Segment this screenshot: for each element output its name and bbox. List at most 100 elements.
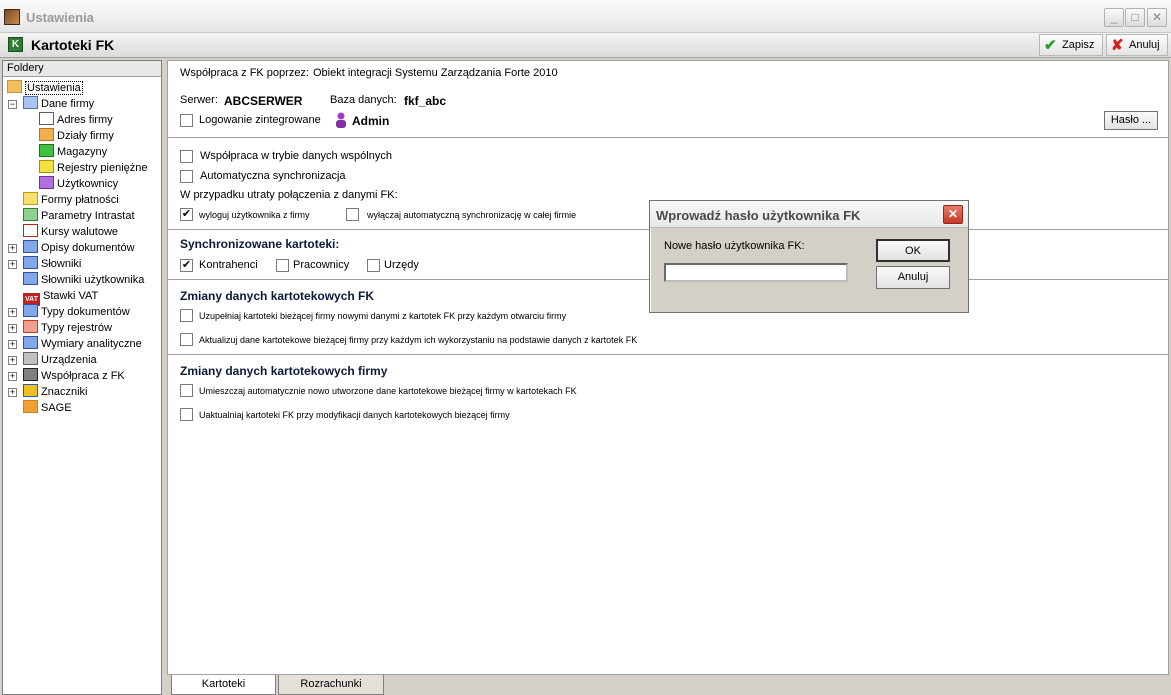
- folder-item-9[interactable]: Parametry Intrastat: [23, 208, 135, 224]
- users-icon: [39, 176, 54, 189]
- folder-item-16[interactable]: + Typy rejestrów: [8, 320, 112, 336]
- logout-user-label: wyloguj użytkownika z firmy: [199, 210, 310, 220]
- new-password-input[interactable]: [664, 263, 848, 282]
- shared-mode-label: Współpraca w trybie danych wspólnych: [200, 150, 392, 162]
- app-icon: [4, 9, 20, 25]
- firm-changes-heading: Zmiany danych kartotekowych firmy: [180, 364, 388, 378]
- folder-item-label: Typy rejestrów: [41, 322, 112, 334]
- folder-item-19[interactable]: + Współpraca z FK: [8, 368, 125, 384]
- folder-item-10[interactable]: Kursy walutowe: [23, 224, 118, 240]
- folder-item-label: Współpraca z FK: [41, 370, 125, 382]
- save-button-label: Zapisz: [1062, 39, 1095, 51]
- separator: [168, 137, 1168, 139]
- expand-icon[interactable]: +: [8, 356, 17, 365]
- folder-item-6[interactable]: Rejestry pieniężne: [39, 160, 148, 176]
- folder-item-label: Znaczniki: [41, 386, 88, 398]
- tab-rozrachunki[interactable]: Rozrachunki: [278, 675, 384, 695]
- disable-sync-label: wyłączaj automatyczną synchronizację w c…: [367, 210, 577, 220]
- settings-panel: Współpraca z FK poprzez: Obiekt integrac…: [167, 60, 1169, 675]
- chart-icon: [23, 224, 38, 237]
- folder-item-label: Typy dokumentów: [41, 306, 130, 318]
- folder-item-label: Słowniki użytkownika: [41, 274, 145, 286]
- folder-item-21[interactable]: SAGE: [23, 400, 72, 416]
- folder-item-17[interactable]: + Wymiary analityczne: [8, 336, 142, 352]
- folder-item-18[interactable]: + Urządzenia: [8, 352, 97, 368]
- cooperation-label: Współpraca z FK poprzez:: [180, 67, 309, 79]
- dialog-close-button[interactable]: ✕: [943, 205, 963, 224]
- auto-sync-checkbox[interactable]: [180, 170, 193, 183]
- sync-employees-checkbox[interactable]: [276, 259, 289, 272]
- fk-change-1-checkbox[interactable]: [180, 309, 193, 322]
- folder-item-1[interactable]: Ustawienia: [7, 80, 83, 96]
- expand-icon[interactable]: +: [8, 388, 17, 397]
- folder-item-label: Opisy dokumentów: [41, 242, 135, 254]
- folder-item-7[interactable]: Użytkownicy: [39, 176, 118, 192]
- coins-icon: [39, 160, 54, 173]
- warehouse-icon: [39, 144, 54, 157]
- window-title: Ustawienia: [26, 10, 94, 25]
- folder-item-label: Urządzenia: [41, 354, 97, 366]
- folder-item-12[interactable]: + Słowniki: [8, 256, 82, 272]
- departments-icon: [39, 128, 54, 141]
- logout-user-checkbox[interactable]: ✔: [180, 208, 193, 221]
- folder-item-20[interactable]: + Znaczniki: [8, 384, 88, 400]
- folder-tree: Foldery Ustawienia − Dane firmy Adres firmy…: [2, 60, 162, 695]
- folder-item-15[interactable]: + Typy dokumentów: [8, 304, 130, 320]
- tab-kartoteki[interactable]: Kartoteki: [171, 675, 276, 695]
- expand-icon[interactable]: +: [8, 244, 17, 253]
- new-password-label: Nowe hasło użytkownika FK:: [664, 240, 805, 252]
- document-icon: [23, 240, 38, 253]
- user-icon: [335, 112, 347, 128]
- database-label: Baza danych:: [330, 94, 397, 106]
- folder-item-label: Rejestry pieniężne: [57, 162, 148, 174]
- dictionary-icon: [23, 272, 38, 285]
- folders-header: Foldery: [3, 61, 161, 77]
- close-window-button[interactable]: ✕: [1147, 8, 1167, 27]
- cooperation-value: Obiekt integracji Systemu Zarządzania Fo…: [313, 67, 558, 79]
- folder-item-14[interactable]: VAT Stawki VAT: [23, 288, 98, 306]
- expand-icon[interactable]: +: [8, 372, 17, 381]
- integrated-login-checkbox[interactable]: [180, 114, 193, 127]
- fk-change-2-checkbox[interactable]: [180, 333, 193, 346]
- folder-item-5[interactable]: Magazyny: [39, 144, 107, 160]
- password-button[interactable]: Hasło ...: [1104, 111, 1158, 130]
- firm-change-1-label: Umieszczaj automatycznie nowo utworzone …: [199, 386, 577, 396]
- window-title-bar: Ustawienia _ □ ✕: [0, 0, 1171, 33]
- expand-icon[interactable]: +: [8, 260, 17, 269]
- save-button[interactable]: ✔ Zapisz: [1039, 34, 1103, 56]
- tags-icon: [23, 384, 38, 397]
- folder-item-4[interactable]: Działy firmy: [39, 128, 114, 144]
- sync-contractors-checkbox[interactable]: ✔: [180, 259, 193, 272]
- folder-item-label: Działy firmy: [57, 130, 114, 142]
- expand-icon[interactable]: −: [8, 100, 17, 109]
- expand-icon[interactable]: +: [8, 324, 17, 333]
- shared-mode-checkbox[interactable]: [180, 150, 193, 163]
- folder-item-label: Adres firmy: [57, 114, 113, 126]
- firm-change-2-checkbox[interactable]: [180, 408, 193, 421]
- minimize-button[interactable]: _: [1104, 8, 1124, 27]
- firm-change-1-checkbox[interactable]: [180, 384, 193, 397]
- company-icon: [23, 96, 38, 109]
- folder-item-3[interactable]: Adres firmy: [39, 112, 113, 128]
- intrastat-icon: [23, 208, 38, 221]
- maximize-button[interactable]: □: [1125, 8, 1145, 27]
- expand-icon[interactable]: +: [8, 308, 17, 317]
- auto-sync-label: Automatyczna synchronizacja: [200, 170, 346, 182]
- dictionary-icon: [23, 256, 38, 269]
- expand-icon[interactable]: +: [8, 340, 17, 349]
- folder-item-label: SAGE: [41, 402, 72, 414]
- ok-button[interactable]: OK: [876, 239, 950, 262]
- folder-item-13[interactable]: Słowniki użytkownika: [23, 272, 144, 288]
- dialog-cancel-button[interactable]: Anuluj: [876, 266, 950, 289]
- folder-item-11[interactable]: + Opisy dokumentów: [8, 240, 135, 256]
- folder-item-label: Kursy walutowe: [41, 226, 119, 238]
- cancel-button-label: Anuluj: [1129, 39, 1160, 51]
- folder-item-label: Słowniki: [41, 258, 82, 270]
- lost-connection-label: W przypadku utraty połączenia z danymi F…: [180, 189, 398, 201]
- cancel-button[interactable]: ✘ Anuluj: [1106, 34, 1168, 56]
- page-title: Kartoteki FK: [31, 37, 115, 53]
- sync-offices-checkbox[interactable]: [367, 259, 380, 272]
- folder-item-2[interactable]: − Dane firmy: [8, 96, 94, 112]
- folder-item-8[interactable]: Formy płatności: [23, 192, 119, 208]
- disable-sync-checkbox[interactable]: [346, 208, 359, 221]
